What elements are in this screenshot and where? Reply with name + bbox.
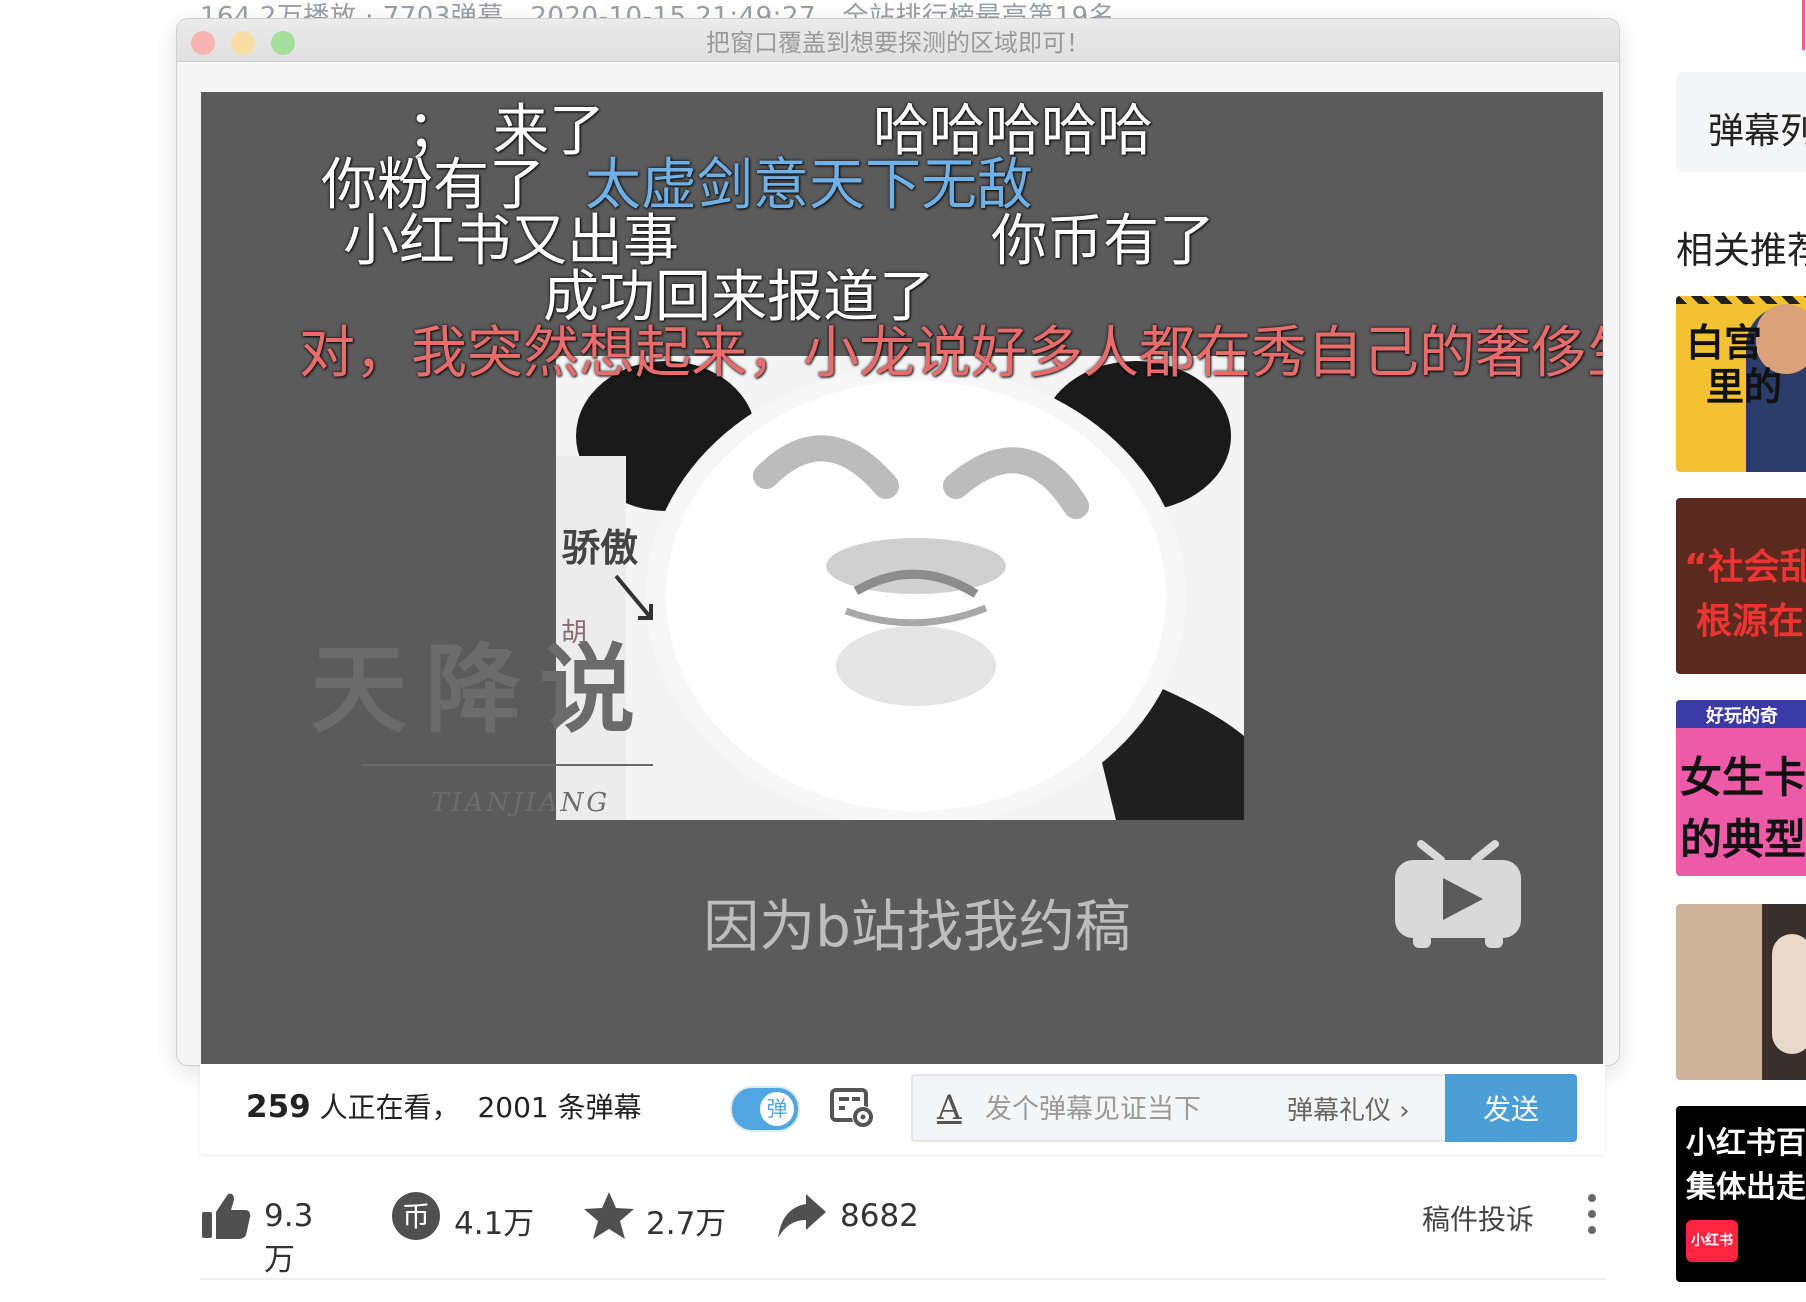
thumbs-up-icon bbox=[202, 1193, 251, 1239]
viewer-stats: 259 人正在看， 2001 条弹幕 bbox=[246, 1086, 642, 1126]
watermark-english: TIANJIANG bbox=[431, 788, 611, 818]
thumb-text: 女生卡 bbox=[1680, 753, 1806, 802]
coin-icon: 币 bbox=[392, 1192, 440, 1240]
watermark-small-char: 胡 bbox=[561, 618, 588, 648]
share-arrow-icon bbox=[778, 1194, 826, 1238]
detection-window[interactable]: 把窗口覆盖到想要探测的区域即可！ 骄傲 天降说 胡 TIANJIANG ； 来了… bbox=[176, 18, 1620, 1066]
share-button[interactable]: 8682 bbox=[776, 1186, 926, 1246]
coin-button[interactable]: 币 4.1万 bbox=[390, 1186, 540, 1246]
danmaku-list-label: 弹幕列 bbox=[1708, 111, 1806, 152]
send-danmaku-button[interactable]: 发送 bbox=[1445, 1074, 1577, 1142]
font-style-icon[interactable]: A bbox=[937, 1088, 962, 1128]
like-button[interactable]: 9.3万 bbox=[200, 1186, 340, 1278]
related-video-thumbnail[interactable]: 小红书百 集体出走 小红书 bbox=[1676, 1106, 1806, 1282]
video-player[interactable]: 骄傲 天降说 胡 TIANJIANG ； 来了 哈哈哈哈哈 你粉有了 太虚剑意天… bbox=[201, 92, 1603, 1065]
thumb-stripe bbox=[1676, 296, 1806, 304]
thumb-text: 里的 bbox=[1706, 365, 1783, 409]
window-titlebar[interactable]: 把窗口覆盖到想要探测的区域即可！ bbox=[177, 19, 1619, 62]
section-divider bbox=[200, 1278, 1605, 1280]
danmaku-input[interactable] bbox=[983, 1076, 1277, 1142]
watermark-divider bbox=[363, 764, 653, 766]
danmaku-input-box: A 弹幕礼仪 › bbox=[911, 1074, 1487, 1142]
thumb-text: 好玩的奇 bbox=[1706, 706, 1778, 727]
thumb-text: 集体出走 bbox=[1686, 1170, 1806, 1205]
danmaku-send-bar: 259 人正在看， 2001 条弹幕 弹 A 弹幕礼仪 › 发送 bbox=[200, 1064, 1605, 1154]
meme-image: 骄傲 bbox=[556, 356, 1244, 820]
viewer-label: 人正在看， bbox=[310, 1091, 460, 1124]
panda-meme-illustration: 骄傲 bbox=[556, 356, 1244, 820]
related-video-thumbnail[interactable]: 好玩的奇 女生卡 的典型 bbox=[1676, 700, 1806, 876]
related-video-thumbnail[interactable]: “社会乱 根源在 bbox=[1676, 498, 1806, 674]
window-title: 把窗口覆盖到想要探测的区域即可！ bbox=[706, 29, 1090, 57]
danmaku-list-tab[interactable]: 弹幕列 bbox=[1676, 72, 1806, 172]
danmaku-comment: 你币有了 bbox=[991, 209, 1215, 274]
danmaku-comment: 对，我突然想起来，小龙说好多人都在秀自己的奢侈生 bbox=[299, 321, 1603, 386]
coin-count: 4.1万 bbox=[454, 1206, 535, 1242]
right-sidebar: 弹幕列 相关推荐 白宫 里的 “社会乱 根源在 好玩的奇 女生卡 的典型 小红书… bbox=[1676, 0, 1806, 1302]
related-videos-title: 相关推荐 bbox=[1676, 229, 1806, 272]
thumb-text: 的典型 bbox=[1680, 815, 1806, 864]
thumb-text: “社会乱 bbox=[1684, 547, 1806, 588]
danmaku-settings-icon[interactable] bbox=[830, 1084, 876, 1130]
watermark-logo: 天降说 bbox=[311, 633, 653, 746]
favorite-count: 2.7万 bbox=[646, 1206, 727, 1242]
danmaku-toggle-knob: 弹 bbox=[760, 1092, 794, 1126]
report-link[interactable]: 稿件投诉 bbox=[1422, 1198, 1534, 1238]
viewer-count: 259 bbox=[246, 1089, 311, 1125]
related-video-thumbnail[interactable]: 白宫 里的 bbox=[1676, 296, 1806, 472]
like-count: 9.3万 bbox=[264, 1198, 314, 1278]
bilibili-tv-play-icon[interactable] bbox=[1391, 838, 1525, 952]
danmaku-toggle[interactable]: 弹 bbox=[730, 1086, 800, 1132]
thumb-photo-person bbox=[1772, 934, 1806, 1054]
xiaohongshu-logo: 小红书 bbox=[1686, 1220, 1738, 1262]
meme-caption: 骄傲 bbox=[562, 525, 638, 570]
more-options-icon[interactable] bbox=[1586, 1192, 1598, 1236]
thumb-text: 小红书百 bbox=[1686, 1126, 1806, 1161]
thumb-text: 根源在 bbox=[1696, 601, 1805, 642]
danmaku-etiquette-link[interactable]: 弹幕礼仪 › bbox=[1287, 1090, 1410, 1127]
corner-accent bbox=[1802, 0, 1805, 50]
danmaku-count: 2001 条弹幕 bbox=[477, 1091, 642, 1124]
video-action-row: 9.3万 币 4.1万 2.7万 8682 稿件投诉 bbox=[200, 1186, 1605, 1278]
favorite-button[interactable]: 2.7万 bbox=[582, 1186, 732, 1246]
related-video-thumbnail[interactable] bbox=[1676, 904, 1806, 1080]
share-count: 8682 bbox=[840, 1198, 919, 1234]
window-body: 骄傲 天降说 胡 TIANJIANG ； 来了 哈哈哈哈哈 你粉有了 太虚剑意天… bbox=[177, 62, 1619, 1065]
svg-text:币: 币 bbox=[402, 1200, 430, 1233]
star-icon bbox=[584, 1192, 634, 1239]
